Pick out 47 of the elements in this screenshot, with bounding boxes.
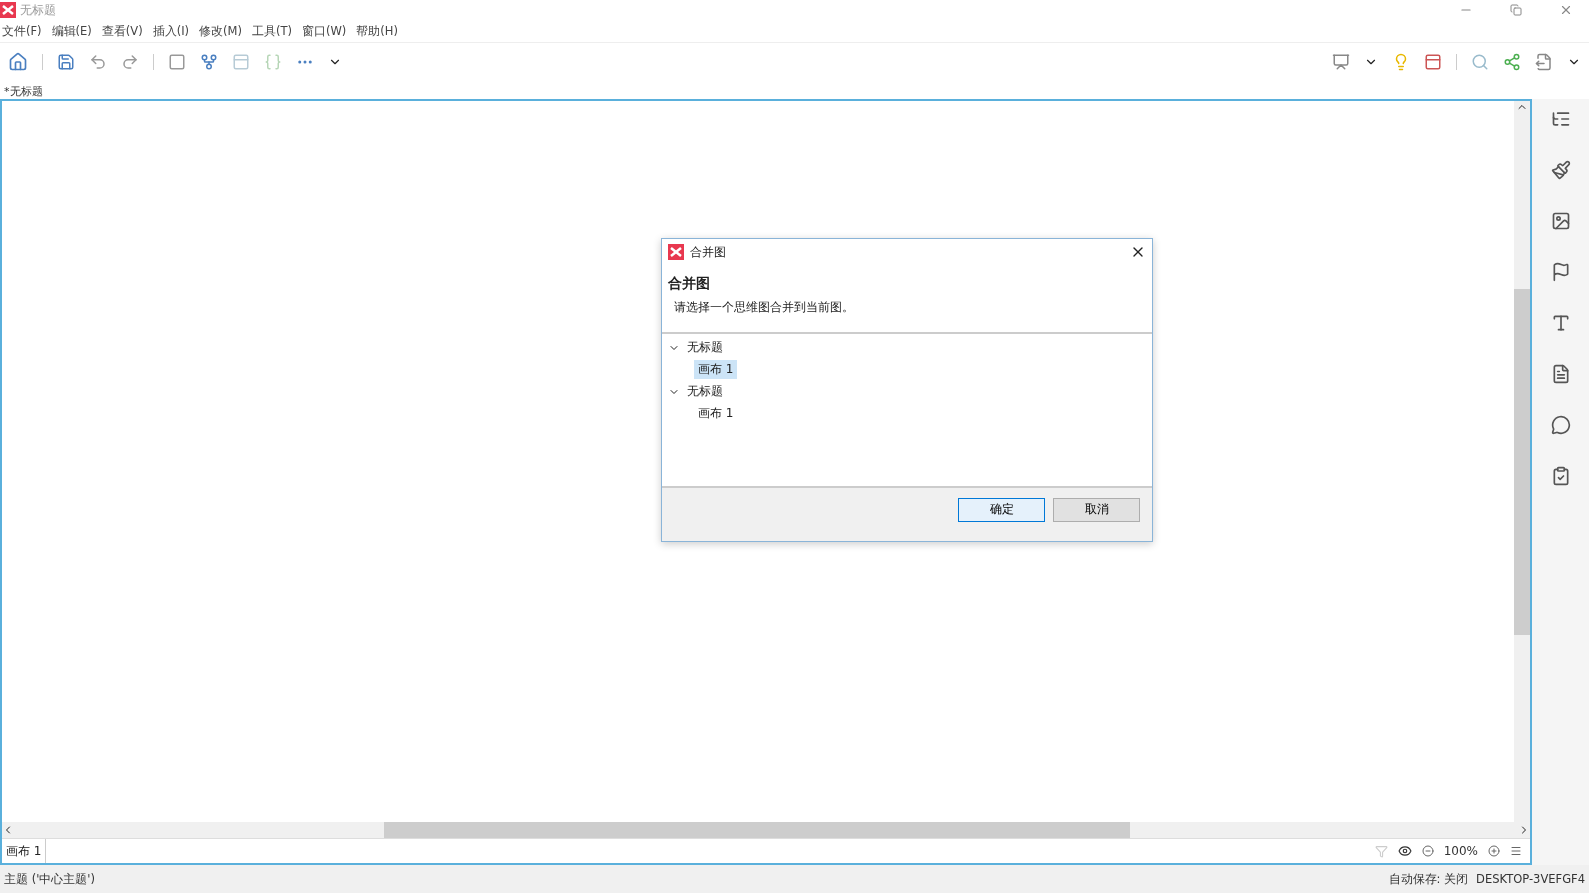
- subtopic-icon[interactable]: [200, 53, 218, 71]
- vertical-scrollbar[interactable]: [1514, 101, 1530, 822]
- app-logo-icon: [668, 244, 684, 260]
- tree-item[interactable]: 画布 1: [694, 360, 738, 379]
- image-icon[interactable]: [1550, 211, 1571, 231]
- export-icon[interactable]: [1535, 53, 1553, 71]
- restore-icon[interactable]: [1510, 4, 1522, 16]
- save-icon[interactable]: [57, 53, 75, 71]
- menu-item[interactable]: 文件(F): [0, 23, 48, 39]
- dialog-message: 请选择一个思维图合并到当前图。: [673, 299, 855, 316]
- menu-item[interactable]: 查看(V): [99, 23, 149, 39]
- menu-item[interactable]: 窗口(W): [299, 23, 353, 39]
- zoom-level: 100%: [1443, 844, 1478, 858]
- comment-icon[interactable]: [1550, 415, 1571, 435]
- share-icon[interactable]: [1503, 53, 1521, 71]
- cancel-button[interactable]: 取消: [1053, 497, 1140, 522]
- menu-item[interactable]: 编辑(E): [49, 23, 98, 39]
- horizontal-scrollbar[interactable]: [2, 822, 1530, 838]
- menu-icon[interactable]: [1510, 845, 1522, 857]
- dialog-heading: 合并图: [667, 274, 711, 293]
- dialog-title: 合并图: [690, 243, 727, 261]
- ok-button[interactable]: 确定: [958, 497, 1045, 522]
- menu-item[interactable]: 插入(I): [150, 23, 196, 39]
- selection-status: 主题 ('中心主题'): [3, 871, 96, 887]
- menu-item[interactable]: 工具(T): [249, 23, 298, 39]
- home-icon[interactable]: [8, 52, 28, 72]
- zoom-out-icon[interactable]: [1421, 845, 1434, 857]
- outline-icon[interactable]: [1550, 109, 1571, 129]
- topic-icon[interactable]: [168, 53, 186, 71]
- brush-icon[interactable]: [1550, 160, 1571, 180]
- zoom-in-icon[interactable]: [1488, 845, 1500, 857]
- presentation-icon[interactable]: [1332, 53, 1350, 71]
- window-title: 无标题: [20, 1, 57, 19]
- tree-item[interactable]: 画布 1: [694, 404, 738, 423]
- eye-icon[interactable]: [1397, 844, 1412, 858]
- menu-item[interactable]: 帮助(H): [354, 23, 404, 39]
- layout-icon[interactable]: [1424, 53, 1442, 71]
- tree-item[interactable]: 无标题: [683, 338, 727, 357]
- undo-icon[interactable]: [89, 53, 107, 71]
- app-logo-icon: [0, 2, 16, 18]
- menu-item[interactable]: 修改(M): [197, 23, 248, 39]
- search-icon[interactable]: [1471, 53, 1489, 71]
- redo-icon[interactable]: [121, 53, 139, 71]
- autosave-status: 自动保存: 关闭: [1387, 871, 1470, 887]
- tree-item[interactable]: 无标题: [683, 382, 727, 401]
- computer-name: DESKTOP-3VEFGF4: [1475, 872, 1586, 886]
- document-tab[interactable]: *无标题: [0, 84, 47, 99]
